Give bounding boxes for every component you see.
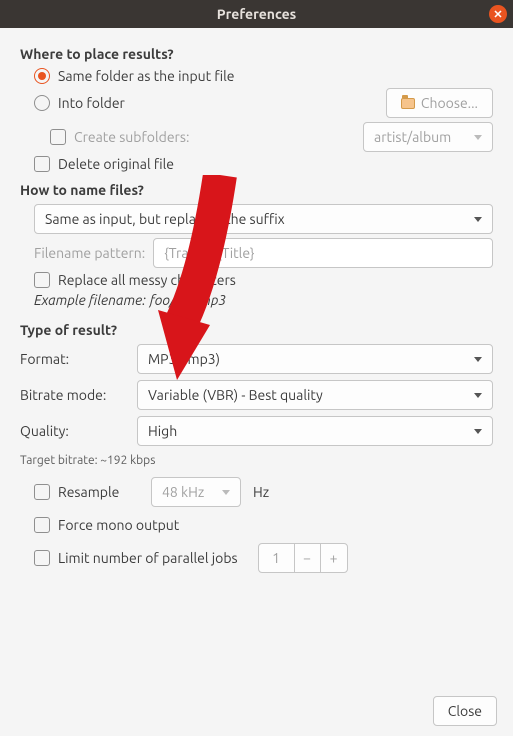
section-name-title: How to name files? xyxy=(20,182,493,198)
radio-label: Same folder as the input file xyxy=(58,68,235,84)
stepper-plus[interactable]: + xyxy=(321,544,347,572)
check-label: Limit number of parallel jobs xyxy=(58,550,238,566)
check-label: Replace all messy characters xyxy=(58,272,236,288)
check-create-subfolders[interactable]: Create subfolders: xyxy=(50,129,189,145)
close-icon: ✕ xyxy=(493,8,502,21)
check-label: Resample xyxy=(58,484,119,500)
select-value: Same as input, but replacing the suffix xyxy=(45,211,285,227)
radio-same-folder[interactable]: Same folder as the input file xyxy=(34,68,493,84)
radio-into-folder[interactable]: Into folder xyxy=(34,95,125,111)
chevron-down-icon xyxy=(474,217,482,222)
quality-select[interactable]: High xyxy=(137,416,493,446)
choose-folder-button[interactable]: Choose... xyxy=(386,88,493,118)
quality-label: Quality: xyxy=(20,423,125,439)
check-resample[interactable]: Resample xyxy=(34,484,139,500)
select-value: artist/album xyxy=(374,129,451,145)
check-label: Create subfolders: xyxy=(74,129,189,145)
subfolder-pattern-select[interactable]: artist/album xyxy=(363,122,493,152)
chevron-down-icon xyxy=(474,135,482,140)
button-label: Close xyxy=(448,703,482,719)
radio-icon xyxy=(34,95,50,111)
example-filename: Example filename: foo/bar.mp3 xyxy=(34,292,493,308)
bitrate-mode-select[interactable]: Variable (VBR) - Best quality xyxy=(137,380,493,410)
chevron-down-icon xyxy=(474,429,482,434)
section-place-title: Where to place results? xyxy=(20,46,493,62)
input-value: {Track} - {Title} xyxy=(164,245,254,261)
chevron-down-icon xyxy=(474,357,482,362)
check-label: Delete original file xyxy=(58,156,174,172)
stepper-value: 1 xyxy=(259,544,295,572)
select-value: 48 kHz xyxy=(162,484,204,500)
hz-label: Hz xyxy=(253,484,269,500)
chevron-down-icon xyxy=(222,490,230,495)
filename-pattern-input[interactable]: {Track} - {Title} xyxy=(153,238,493,268)
close-button[interactable]: Close xyxy=(433,696,497,726)
format-select[interactable]: MP3 (.mp3) xyxy=(137,344,493,374)
checkbox-icon xyxy=(34,517,50,533)
checkbox-icon xyxy=(34,484,50,500)
naming-mode-select[interactable]: Same as input, but replacing the suffix xyxy=(34,204,493,234)
pattern-label: Filename pattern: xyxy=(34,245,145,261)
folder-icon xyxy=(401,98,415,109)
example-label: Example filename: xyxy=(34,292,146,308)
window-close-button[interactable]: ✕ xyxy=(489,5,507,23)
checkbox-icon xyxy=(34,272,50,288)
resample-rate-select[interactable]: 48 kHz xyxy=(151,477,241,507)
titlebar: Preferences ✕ xyxy=(0,0,513,28)
check-delete-original[interactable]: Delete original file xyxy=(34,156,493,172)
window-title: Preferences xyxy=(217,6,297,22)
select-value: Variable (VBR) - Best quality xyxy=(148,387,323,403)
button-label: Choose... xyxy=(421,95,478,111)
stepper-minus[interactable]: − xyxy=(295,544,321,572)
target-bitrate: Target bitrate: ~192 kbps xyxy=(20,454,493,467)
select-value: High xyxy=(148,423,177,439)
format-label: Format: xyxy=(20,351,125,367)
checkbox-icon xyxy=(34,156,50,172)
check-replace-messy[interactable]: Replace all messy characters xyxy=(34,272,493,288)
check-limit-jobs[interactable]: Limit number of parallel jobs xyxy=(34,550,238,566)
section-type-title: Type of result? xyxy=(20,322,493,338)
jobs-stepper[interactable]: 1 − + xyxy=(258,543,348,573)
checkbox-icon xyxy=(50,129,66,145)
radio-icon xyxy=(34,68,50,84)
example-value: foo/bar.mp3 xyxy=(150,292,226,308)
checkbox-icon xyxy=(34,550,50,566)
radio-label: Into folder xyxy=(58,95,125,111)
select-value: MP3 (.mp3) xyxy=(148,351,220,367)
check-force-mono[interactable]: Force mono output xyxy=(34,517,493,533)
check-label: Force mono output xyxy=(58,517,179,533)
bitrate-mode-label: Bitrate mode: xyxy=(20,387,125,403)
chevron-down-icon xyxy=(474,393,482,398)
